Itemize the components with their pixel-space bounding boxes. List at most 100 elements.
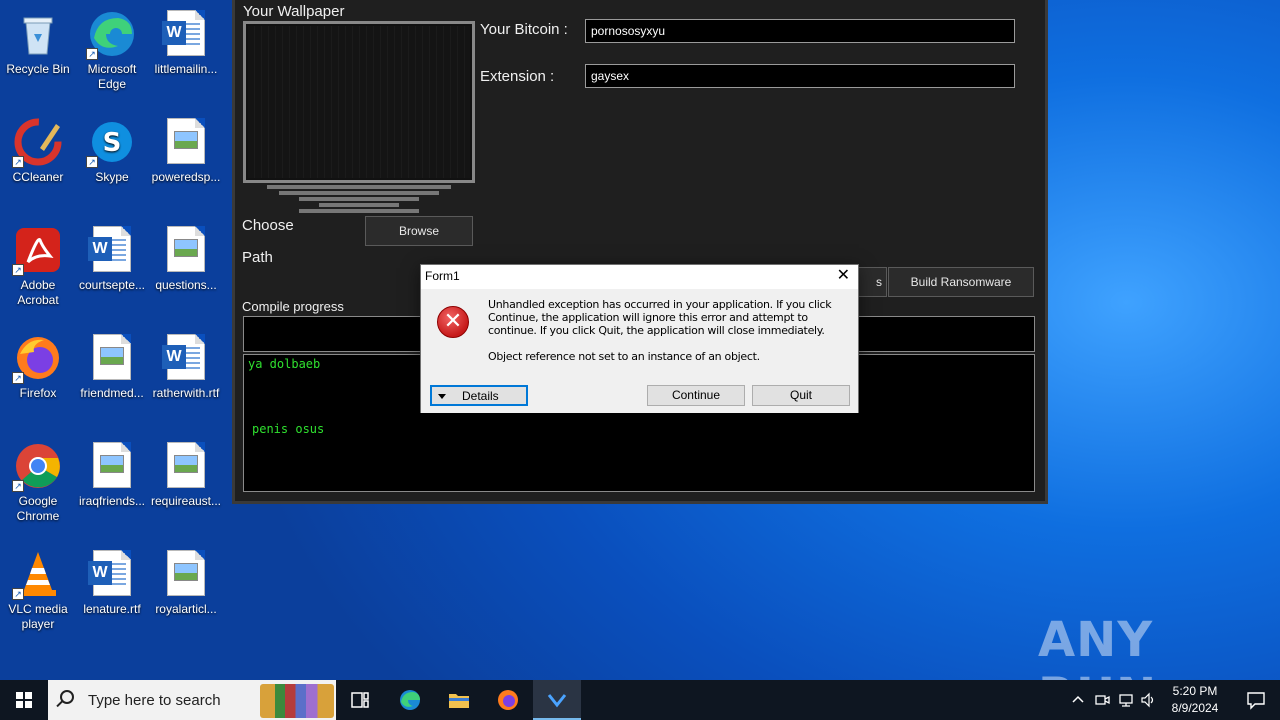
image-document-icon <box>88 334 136 382</box>
system-tray <box>1066 680 1160 720</box>
shortcut-arrow-icon: ↗ <box>86 48 98 60</box>
image-document-icon <box>162 118 210 166</box>
build-ransomware-button[interactable]: Build Ransomware <box>888 267 1034 297</box>
shortcut-arrow-icon: ↗ <box>12 372 24 384</box>
clock-time: 5:20 PM <box>1172 684 1218 698</box>
desktop-icon-label: friendmed... <box>80 386 144 400</box>
desktop-icon-label: courtsepte... <box>78 278 146 292</box>
clock-date: 8/9/2024 <box>1171 701 1219 715</box>
desktop-icon-label: questions... <box>155 278 217 292</box>
desktop-icon-iraqfriends[interactable]: iraqfriends... <box>74 438 150 509</box>
start-button[interactable] <box>0 680 48 720</box>
taskbar-clock[interactable]: 5:20 PM 8/9/2024 <box>1160 683 1230 717</box>
builder-window: Your Wallpaper Your Bitcoin : pornososyx… <box>232 0 1048 504</box>
error-dialog: Form1 ✕ ✕ Unhandled exception has occurr… <box>420 264 859 413</box>
desktop-icon-lenature[interactable]: W lenature.rtf <box>74 546 150 617</box>
desktop-icon-questions[interactable]: questions... <box>148 222 224 293</box>
desktop-icon-ccleaner[interactable]: ↗ CCleaner <box>0 114 76 185</box>
desktop-icon-skype[interactable]: S ↗ Skype <box>74 114 150 185</box>
meet-now-icon[interactable] <box>1094 692 1110 708</box>
close-icon[interactable]: ✕ <box>837 267 850 285</box>
desktop-icon-google-chrome[interactable]: ↗ Google Chrome <box>0 438 76 524</box>
desktop-icon-label: VLC media player <box>8 602 68 631</box>
desktop-icon-friendmed[interactable]: friendmed... <box>74 330 150 401</box>
skype-icon: S ↗ <box>86 118 136 168</box>
continue-button[interactable]: Continue <box>647 385 745 406</box>
desktop-icon-ratherwith[interactable]: W ratherwith.rtf <box>148 330 224 401</box>
taskbar-explorer-button[interactable] <box>435 680 483 720</box>
dialog-footer: Details Continue Quit <box>421 373 858 413</box>
notification-center-button[interactable] <box>1232 680 1280 720</box>
taskbar-search-box[interactable]: Type here to search <box>48 680 336 720</box>
details-button[interactable]: Details <box>430 385 528 406</box>
taskbar-edge-button[interactable] <box>386 680 434 720</box>
desktop-icon-poweredsp[interactable]: poweredsp... <box>148 114 224 185</box>
taskbar-firefox-button[interactable] <box>484 680 532 720</box>
desktop-icon-firefox[interactable]: ↗ Firefox <box>0 330 76 401</box>
shortcut-arrow-icon: ↗ <box>12 264 24 276</box>
desktop-icon-courtsepte[interactable]: W courtsepte... <box>74 222 150 293</box>
desktop-icon-label: iraqfriends... <box>78 494 146 508</box>
builder-app-icon <box>547 694 567 708</box>
dialog-titlebar: Form1 ✕ <box>421 265 858 289</box>
desktop-icon-label: lenature.rtf <box>83 602 141 616</box>
acrobat-icon: ↗ <box>12 226 62 276</box>
bitcoin-label: Your Bitcoin : <box>480 21 568 38</box>
word-document-icon: W <box>88 550 136 598</box>
folder-icon <box>449 694 469 708</box>
desktop-icon-adobe-acrobat[interactable]: ↗ Adobe Acrobat <box>0 222 76 308</box>
search-placeholder: Type here to search <box>88 692 221 709</box>
image-document-icon <box>88 442 136 490</box>
image-document-icon <box>162 226 210 274</box>
desktop-icon-label: poweredsp... <box>151 170 221 184</box>
desktop-icon-label: requireaust... <box>150 494 222 508</box>
desktop-icon-label: Recycle Bin <box>6 62 70 76</box>
task-view-icon <box>351 692 369 708</box>
browse-button[interactable]: Browse <box>365 216 473 246</box>
desktop-icon-littlemailin[interactable]: W littlemailin... <box>148 6 224 77</box>
desktop-icon-microsoft-edge[interactable]: ↗ Microsoft Edge <box>74 6 150 92</box>
chevron-up-icon[interactable] <box>1072 694 1084 706</box>
firefox-icon <box>498 690 518 710</box>
windows-logo-icon <box>16 692 32 708</box>
chevron-down-icon <box>438 394 446 399</box>
word-document-icon: W <box>88 226 136 274</box>
choose-label: Choose <box>242 217 294 234</box>
image-document-icon <box>162 442 210 490</box>
desktop-icon-label: Google Chrome <box>16 494 60 523</box>
shortcut-arrow-icon: ↗ <box>12 588 24 600</box>
error-message: Unhandled exception has occurred in your… <box>488 298 832 337</box>
log-line: penis osus <box>252 422 325 436</box>
shortcut-arrow-icon: ↗ <box>12 156 24 168</box>
search-icon <box>60 690 74 704</box>
desktop-icon-recycle-bin[interactable]: Recycle Bin <box>0 6 76 77</box>
taskbar-builder-button[interactable] <box>533 680 581 720</box>
desktop-icon-label: Microsoft Edge <box>87 62 137 91</box>
details-label: Details <box>462 389 499 403</box>
task-view-button[interactable] <box>336 680 384 720</box>
recycle-bin-icon <box>14 10 62 58</box>
word-document-icon: W <box>162 334 210 382</box>
network-icon[interactable] <box>1118 692 1134 708</box>
desktop-icon-requireaust[interactable]: requireaust... <box>148 438 224 509</box>
word-document-icon: W <box>162 10 210 58</box>
quit-button[interactable]: Quit <box>752 385 850 406</box>
wallpaper-preview <box>243 21 475 183</box>
extension-label: Extension : <box>480 68 555 85</box>
desktop-icon-label: ratherwith.rtf <box>152 386 220 400</box>
error-detail: Object reference not set to an instance … <box>488 350 760 363</box>
shortcut-arrow-icon: ↗ <box>86 156 98 168</box>
desktop-icon-label: CCleaner <box>12 170 64 184</box>
desktop-icon-vlc[interactable]: ↗ VLC media player <box>0 546 76 632</box>
volume-icon[interactable] <box>1140 692 1156 708</box>
image-document-icon <box>162 550 210 598</box>
ccleaner-icon: ↗ <box>12 118 62 168</box>
dialog-body: ✕ Unhandled exception has occurred in yo… <box>421 289 858 373</box>
extension-field[interactable]: gaysex <box>585 64 1015 88</box>
bitcoin-field[interactable]: pornososyxyu <box>585 19 1015 43</box>
desktop-icon-label: littlemailin... <box>154 62 218 76</box>
desktop-icon-royalarticl[interactable]: royalarticl... <box>148 546 224 617</box>
svg-text:S: S <box>103 128 122 158</box>
vlc-cone-icon: ↗ <box>12 550 62 600</box>
log-line: ya dolbaeb <box>248 357 321 371</box>
